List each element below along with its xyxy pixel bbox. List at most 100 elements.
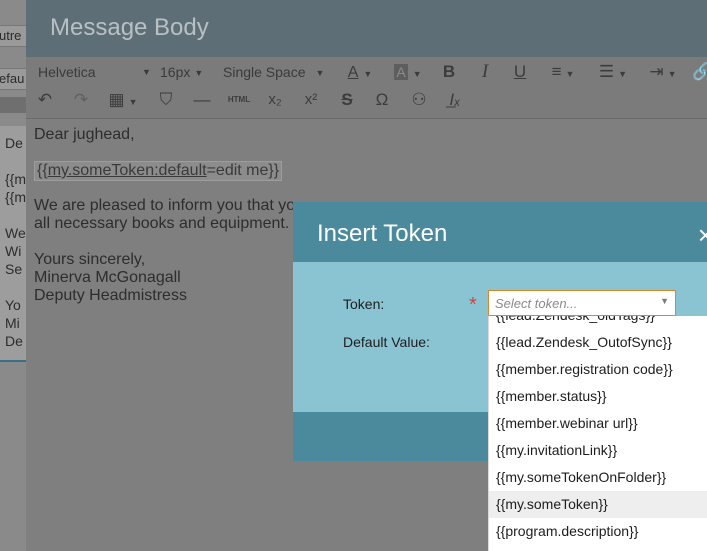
link-icon: 🔗 [692,62,707,81]
token-option[interactable]: {{member.registration code}} [489,356,707,383]
required-marker: * [469,294,477,316]
list-button[interactable]: ☰ ▼ [596,61,630,83]
dialog-title: Insert Token [317,220,448,247]
editor-greeting: Dear jughead, [34,126,135,143]
binoculars-icon: ⚇ [411,90,427,109]
line-spacing-value: Single Space [223,64,306,80]
horizontal-rule-button[interactable]: — [191,89,213,111]
close-icon[interactable]: × [698,220,707,251]
clear-formatting-button[interactable]: I̲ₓ [444,89,466,111]
special-character-button[interactable]: Ω [371,89,393,111]
token-option[interactable]: {{member.webinar url}} [489,410,707,437]
html-icon: HTML [227,95,251,104]
editor-signer-title: Deputy Headmistress [34,287,187,304]
subscript-button[interactable]: x₂ [264,89,286,111]
insert-token-header: Insert Token × [293,202,707,262]
editor-signer: Minerva McGonagall [34,269,181,286]
token-option[interactable]: {{lead.Zendesk_oldTags}} [489,316,707,329]
background-color-button[interactable]: A ▼ [390,61,426,83]
chevron-down-icon: ▼ [618,69,628,79]
indent-button[interactable]: ⇥ ▼ [646,61,680,83]
highlight-color-icon: A [394,64,408,80]
background-line: De [5,333,23,349]
token-option[interactable]: {{my.someTokenOnFolder}} [489,464,707,491]
background-bar [0,97,26,113]
background-line: De [5,135,23,151]
chevron-down-icon: ▼ [565,69,575,79]
background-line: Se [5,261,23,277]
background-line: {{m [5,171,26,187]
token-label: Token: [343,296,385,312]
background-page: utre efau De {{m {{m We Wi Se Yo Mi De [0,0,26,551]
font-size-value: 16px [160,64,191,80]
chevron-down-icon: ▼ [363,69,373,79]
font-color-icon: A [347,64,359,81]
token-option[interactable]: {{member.status}} [489,383,707,410]
underline-button[interactable]: U [510,61,530,83]
editor-toolbar: Helvetica ▼ 16px ▼ Single Space ▼ A ▼ A ▼ B … [26,57,707,119]
token-select[interactable]: Select token... ▼ [488,290,676,316]
token-option-highlighted[interactable]: {{my.someToken}} [489,491,707,518]
chevron-down-icon: ▼ [667,69,677,79]
token-select-placeholder: Select token... [495,296,578,311]
token-dropdown-list[interactable]: {{lead.Zendesk_oldTags}} {{lead.Zendesk_… [488,316,707,551]
subscript-icon: x₂ [268,91,282,108]
background-panel: De {{m {{m We Wi Se Yo Mi De [0,126,26,362]
background-field: utre [0,25,26,47]
undo-icon: ↶ [37,90,53,109]
redo-button[interactable]: ↷ [70,89,92,111]
token-option[interactable]: {{program.description}} [489,518,707,545]
token-suffix: =edit me}} [206,162,280,179]
bookmark-icon: ⛉ [159,90,173,109]
chevron-down-icon: ▼ [315,68,325,78]
italic-icon: I [481,61,489,82]
background-line: We [5,225,26,241]
align-left-icon: ≡ [551,62,562,81]
font-size-select[interactable]: 16px ▼ [160,61,203,83]
token-name: my.someToken:default [47,162,207,179]
omega-icon: Ω [375,90,389,109]
background-line: Wi [5,243,22,259]
editor-closing: Yours sincerely, [34,251,146,268]
token-option[interactable]: {{lead.Zendesk_OutofSync}} [489,329,707,356]
horizontal-rule-icon: — [193,90,211,109]
background-line: Mi [5,315,20,331]
font-family-select[interactable]: Helvetica ▼ [38,61,151,83]
line-spacing-select[interactable]: Single Space ▼ [223,61,324,83]
strikethrough-button[interactable]: S [336,89,358,111]
background-line: {{m [5,189,26,205]
bookmark-button[interactable]: ⛉ [156,89,176,111]
chevron-down-icon: ▼ [660,296,669,306]
find-replace-button[interactable]: ⚇ [408,89,430,111]
token-option[interactable]: {{my.invitationLink}} [489,437,707,464]
indent-icon: ⇥ [649,62,664,81]
italic-button[interactable]: I [475,61,495,83]
background-line: Yo [5,297,21,313]
superscript-button[interactable]: x² [300,89,322,111]
bold-icon: B [442,62,456,81]
token-prefix: {{ [37,162,48,179]
superscript-icon: x² [304,91,318,108]
table-icon: ▦ [108,90,125,109]
dialog-title: Message Body [50,14,209,41]
bold-button[interactable]: B [439,61,459,83]
chevron-down-icon: ▼ [412,69,422,79]
default-value-label: Default Value: [343,334,430,350]
font-family-value: Helvetica [38,64,96,80]
html-button[interactable]: HTML [226,89,252,111]
font-color-button[interactable]: A ▼ [342,61,378,83]
chevron-down-icon: ▼ [194,68,204,78]
editor-paragraph-line: We are pleased to inform you that yo [34,197,296,214]
underline-icon: U [513,62,527,81]
table-button[interactable]: ▦ ▼ [106,89,140,111]
bullet-list-icon: ☰ [598,62,615,81]
token-chip[interactable]: {{my.someToken:default=edit me}} [34,161,283,181]
editor-paragraph-line: all necessary books and equipment. [34,215,290,232]
clear-formatting-icon: I̲ₓ [449,90,461,109]
align-button[interactable]: ≡ ▼ [546,61,580,83]
chevron-down-icon: ▼ [142,67,151,77]
link-button[interactable]: 🔗 [692,61,707,83]
strikethrough-icon: S [341,90,353,109]
undo-button[interactable]: ↶ [34,89,56,111]
message-body-header: Message Body [26,0,707,57]
